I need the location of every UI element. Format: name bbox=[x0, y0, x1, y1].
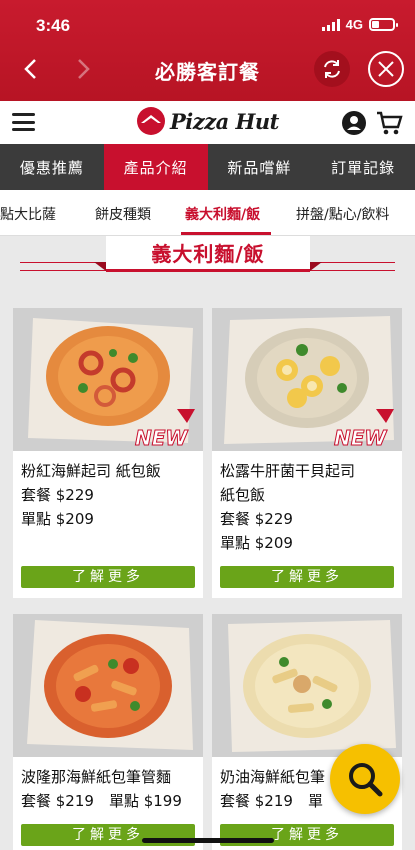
single-price: 單點 $209 bbox=[220, 534, 293, 552]
network-label: 4G bbox=[345, 17, 363, 32]
main-tabs: 優惠推薦 產品介紹 新品嚐鮮 訂單記錄 bbox=[0, 144, 415, 190]
pizza-hut-logo[interactable]: Pizza Hut bbox=[136, 106, 279, 136]
section-title: 義大利麵/飯 bbox=[151, 242, 265, 266]
close-icon bbox=[378, 61, 394, 77]
product-info: 松露牛肝菌干貝起司 紙包飯 套餐 $229 單點 $209 bbox=[212, 451, 402, 555]
product-name: 粉紅海鮮起司 紙包飯 bbox=[21, 462, 161, 480]
product-image[interactable]: NEW bbox=[212, 308, 402, 451]
page-title: 必勝客訂餐 bbox=[155, 60, 260, 84]
battery-icon bbox=[369, 18, 398, 31]
product-info: 粉紅海鮮起司 紙包飯 套餐 $229 單點 $209 bbox=[13, 451, 203, 531]
product-name-line2: 紙包飯 bbox=[220, 486, 266, 504]
brand-bar: Pizza Hut bbox=[0, 101, 415, 144]
category-tabs: 餐點大比薩 餅皮種類 義大利麵/飯 拼盤/點心/飲料 bbox=[0, 190, 415, 236]
cream-penne-image bbox=[212, 614, 402, 757]
status-indicators: 4G bbox=[321, 17, 398, 32]
product-card[interactable]: 波隆那海鮮紙包筆管麵 套餐 $219 單點 $199 了解更多 bbox=[13, 614, 203, 850]
set-price: 套餐 $229 bbox=[220, 510, 293, 528]
new-badge-text: NEW bbox=[135, 426, 188, 449]
close-button[interactable] bbox=[368, 51, 404, 87]
category-tab-pasta-rice[interactable]: 義大利麵/飯 bbox=[185, 204, 260, 224]
set-price: 套餐 $229 bbox=[21, 486, 94, 504]
banner-ribbon-left bbox=[94, 262, 106, 271]
product-image[interactable] bbox=[212, 614, 402, 757]
search-button[interactable] bbox=[330, 744, 400, 814]
home-indicator bbox=[142, 838, 274, 843]
signal-icon bbox=[321, 18, 340, 31]
product-name-line1: 松露牛肝菌干貝起司 bbox=[220, 462, 356, 480]
banner-ribbon-right bbox=[310, 262, 322, 271]
product-info: 波隆那海鮮紙包筆管麵 套餐 $219 單點 $199 bbox=[13, 757, 203, 813]
tab-promotions[interactable]: 優惠推薦 bbox=[0, 144, 104, 190]
learn-more-button[interactable]: 了解更多 bbox=[21, 566, 195, 588]
product-card[interactable]: NEW 松露牛肝菌干貝起司 紙包飯 套餐 $229 單點 $209 了解更多 bbox=[212, 308, 402, 598]
app-header: 3:46 4G 必勝客訂餐 bbox=[0, 0, 415, 101]
price-line: 套餐 $219 單點 $199 bbox=[21, 792, 182, 810]
category-tab-platters[interactable]: 拼盤/點心/飲料 bbox=[296, 204, 389, 224]
hut-roof-icon bbox=[137, 107, 165, 135]
cart-icon[interactable] bbox=[376, 110, 403, 136]
hamburger-menu-icon[interactable] bbox=[12, 113, 35, 131]
tab-order-history[interactable]: 訂單記錄 bbox=[311, 144, 415, 190]
single-price: 單點 $209 bbox=[21, 510, 94, 528]
tab-new-items[interactable]: 新品嚐鮮 bbox=[208, 144, 312, 190]
refresh-icon bbox=[324, 60, 340, 78]
product-card[interactable]: 奶油海鮮紙包筆 套餐 $219 單 了解更多 bbox=[212, 614, 402, 850]
account-icon[interactable] bbox=[342, 111, 366, 135]
product-card[interactable]: NEW 粉紅海鮮起司 紙包飯 套餐 $229 單點 $209 了解更多 bbox=[13, 308, 203, 598]
new-badge: NEW bbox=[334, 409, 394, 449]
tab-products[interactable]: 產品介紹 bbox=[103, 144, 208, 190]
section-title-box: 義大利麵/飯 bbox=[106, 236, 310, 272]
new-badge-text: NEW bbox=[334, 426, 387, 449]
product-image[interactable] bbox=[13, 614, 203, 757]
active-tab-underline bbox=[181, 232, 271, 235]
product-name: 波隆那海鮮紙包筆管麵 bbox=[21, 768, 172, 786]
learn-more-button[interactable]: 了解更多 bbox=[220, 566, 394, 588]
bolognese-penne-image bbox=[13, 614, 203, 757]
status-time: 3:46 bbox=[36, 16, 71, 35]
category-tab-pizza[interactable]: 餐點大比薩 bbox=[0, 204, 56, 224]
section-banner: 義大利麵/飯 bbox=[0, 236, 415, 286]
refresh-button[interactable] bbox=[314, 51, 350, 87]
search-icon bbox=[349, 763, 383, 797]
logo-text: Pizza Hut bbox=[170, 108, 279, 134]
new-badge: NEW bbox=[135, 409, 195, 449]
category-tab-crust[interactable]: 餅皮種類 bbox=[95, 204, 151, 224]
product-image[interactable]: NEW bbox=[13, 308, 203, 451]
